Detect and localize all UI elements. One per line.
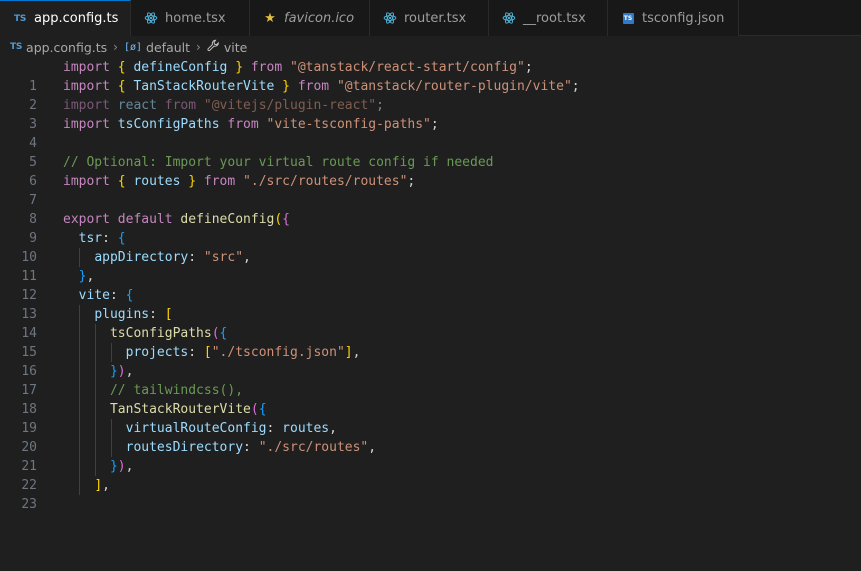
code-line: 21 routesDirectory: "./src/routes", xyxy=(0,438,861,474)
editor-tab-bar: TS app.config.ts ✕ home.tsx ★ favicon.ic… xyxy=(0,0,861,36)
breadcrumb-file[interactable]: TS app.config.ts xyxy=(10,40,107,55)
tab-label: router.tsx xyxy=(404,10,467,26)
breadcrumb-property-vite[interactable]: vite xyxy=(207,39,247,55)
code-line: 19 TanStackRouterVite({ xyxy=(0,400,861,436)
tab-label: favicon.ico xyxy=(284,10,355,26)
code-line: 9 export default defineConfig({ xyxy=(0,210,861,246)
code-line: 1 import { defineConfig } from "@tanstac… xyxy=(0,58,861,94)
tab-router-tsx[interactable]: router.tsx xyxy=(370,0,489,36)
breadcrumb-symbol-default[interactable]: [ø] default xyxy=(124,40,190,55)
code-line: 17 }), xyxy=(0,362,861,398)
code-editor[interactable]: 1 import { defineConfig } from "@tanstac… xyxy=(0,58,861,512)
code-line: 8 xyxy=(0,191,861,227)
tab-root-tsx[interactable]: __root.tsx xyxy=(489,0,608,36)
code-line: 13 vite: { xyxy=(0,286,861,322)
code-line: 2 import { TanStackRouterVite } from "@t… xyxy=(0,77,861,113)
tab-label: __root.tsx xyxy=(523,10,586,26)
react-icon xyxy=(382,11,398,25)
tab-favicon-ico[interactable]: ★ favicon.ico xyxy=(250,0,370,36)
code-line: 22 }), xyxy=(0,457,861,493)
react-icon xyxy=(143,11,159,25)
star-icon: ★ xyxy=(264,10,276,26)
tab-app-config-ts[interactable]: TS app.config.ts ✕ xyxy=(0,0,131,36)
chevron-right-icon: › xyxy=(113,40,118,54)
code-line: 6 // Optional: Import your virtual route… xyxy=(0,153,861,189)
react-icon xyxy=(501,11,517,25)
code-line: 4 import tsConfigPaths from "vite-tsconf… xyxy=(0,115,861,151)
line-number: 23 xyxy=(21,497,37,512)
tab-label: tsconfig.json xyxy=(642,10,725,26)
code-line: 15 tsConfigPaths({ xyxy=(0,324,861,360)
tab-tsconfig-json[interactable]: TS tsconfig.json xyxy=(608,0,739,36)
code-line: 5 xyxy=(0,134,861,170)
code-line: 16 projects: ["./tsconfig.json"], xyxy=(0,343,861,379)
code-line: 10 tsr: { xyxy=(0,229,861,265)
code-line: 12 }, xyxy=(0,267,861,303)
variable-icon: [ø] xyxy=(123,41,143,53)
code-line: 18 // tailwindcss(), xyxy=(0,381,861,417)
tab-label: app.config.ts xyxy=(34,11,119,26)
breadcrumb: TS app.config.ts › [ø] default › vite xyxy=(0,36,861,58)
code-line: 7 import { routes } from "./src/routes/r… xyxy=(0,172,861,208)
code-line: 11 appDirectory: "src", xyxy=(0,248,861,284)
code-line: 14 plugins: [ xyxy=(0,305,861,341)
code-line: 3 import react from "@vitejs/plugin-reac… xyxy=(0,96,861,132)
typescript-icon: TS xyxy=(13,13,27,24)
typescript-icon: TS xyxy=(10,42,23,52)
chevron-right-icon: › xyxy=(196,40,201,54)
tab-home-tsx[interactable]: home.tsx xyxy=(131,0,250,36)
code-line: 20 virtualRouteConfig: routes, xyxy=(0,419,861,455)
code-line: 23 ], xyxy=(0,476,861,512)
tab-label: home.tsx xyxy=(165,10,226,26)
wrench-icon xyxy=(207,39,220,55)
tsconfig-icon: TS xyxy=(622,12,634,24)
